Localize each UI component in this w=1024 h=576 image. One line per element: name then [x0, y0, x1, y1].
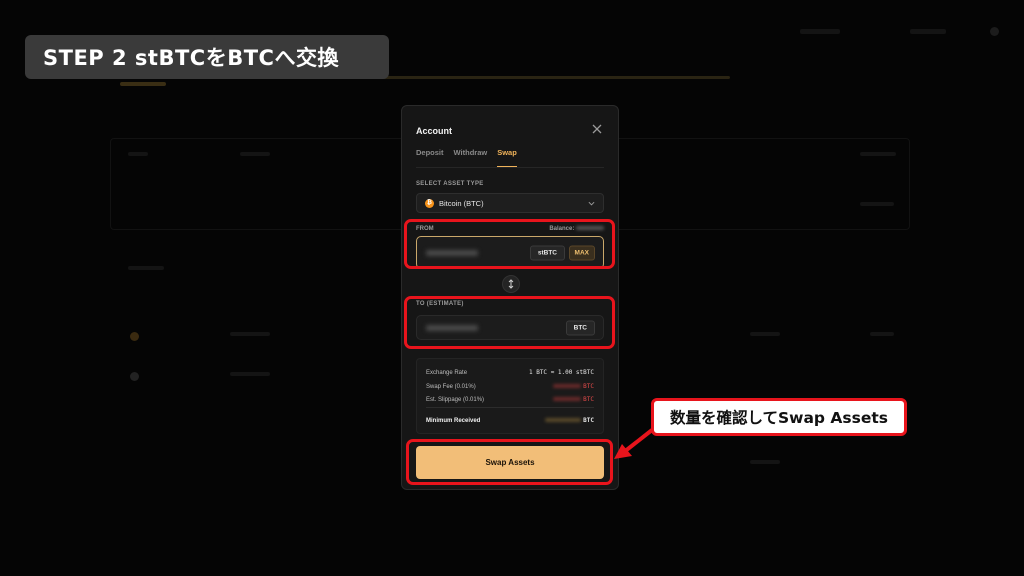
bg-coin-icon [130, 372, 139, 381]
min-received-unit: BTC [583, 417, 594, 424]
swap-arrows-icon [508, 279, 514, 289]
asset-type-select[interactable]: ₿ Bitcoin (BTC) [416, 193, 604, 213]
step-banner: STEP 2 stBTCをBTCへ交換 [25, 35, 389, 79]
bg-text [240, 152, 270, 156]
exchange-rate-value: 1 BTC ≈ 1.00 stBTC [528, 369, 594, 376]
swap-fee-unit: BTC [583, 383, 594, 390]
bg-text [870, 332, 894, 336]
swap-fee-label: Swap Fee (0.01%) [426, 383, 476, 390]
bg-text [128, 152, 148, 156]
exchange-rate-label: Exchange Rate [426, 369, 468, 376]
asset-type-label: SELECT ASSET TYPE [416, 181, 484, 187]
tab-deposit[interactable]: Deposit [416, 148, 444, 167]
slippage-unit: BTC [583, 396, 594, 403]
bg-text [128, 266, 164, 270]
asset-selected-value: Bitcoin (BTC) [439, 198, 484, 208]
highlight-swap-button [406, 439, 613, 485]
bg-coin-icon [130, 332, 139, 341]
bg-text [750, 460, 780, 464]
bg-text [860, 202, 894, 206]
highlight-from [404, 219, 615, 269]
slippage-label: Est. Slippage (0.01%) [426, 396, 485, 403]
summary-divider [426, 407, 594, 408]
bitcoin-icon: ₿ [425, 198, 434, 208]
tabs-divider [416, 167, 604, 168]
modal-title: Account [416, 126, 452, 136]
exchange-rate-row: Exchange Rate 1 BTC ≈ 1.00 stBTC [426, 369, 594, 376]
swap-direction-button[interactable] [502, 275, 520, 293]
tab-withdraw[interactable]: Withdraw [454, 148, 488, 167]
callout-arrow-icon [614, 428, 654, 459]
swap-fee-row: Swap Fee (0.01%) BTC [426, 383, 594, 390]
bg-text [230, 372, 270, 376]
min-received-label: Minimum Received [426, 417, 481, 424]
modal-tabs: Deposit Withdraw Swap [416, 148, 517, 167]
slippage-row: Est. Slippage (0.01%) BTC [426, 396, 594, 403]
swap-fee-redacted [553, 384, 582, 389]
slippage-redacted [553, 397, 582, 402]
bg-avatar [990, 27, 999, 36]
chevron-down-icon [588, 201, 595, 206]
bg-text [750, 332, 780, 336]
bg-header-item [800, 29, 840, 34]
swap-summary: Exchange Rate 1 BTC ≈ 1.00 stBTC Swap Fe… [416, 358, 604, 434]
bg-text [860, 152, 896, 156]
bg-tag [120, 82, 166, 86]
highlight-to [404, 296, 615, 349]
min-received-redacted [545, 418, 582, 423]
tab-swap[interactable]: Swap [497, 148, 517, 167]
close-icon[interactable] [590, 122, 604, 136]
min-received-row: Minimum Received BTC [426, 417, 594, 424]
callout-label: 数量を確認してSwap Assets [651, 398, 907, 436]
bg-text [230, 332, 270, 336]
bg-header-item [910, 29, 946, 34]
